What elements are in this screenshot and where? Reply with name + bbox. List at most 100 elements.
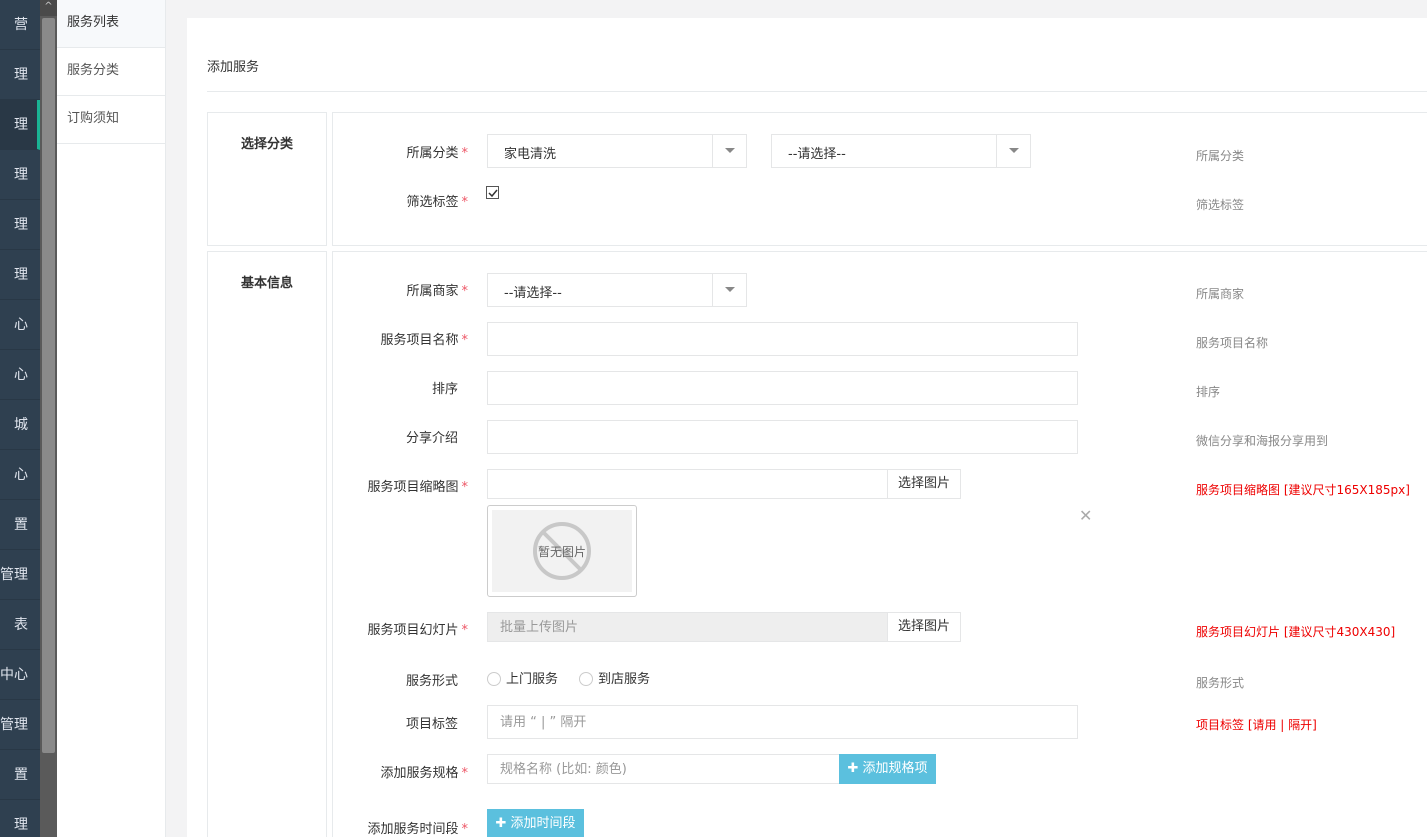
nav-item-label: 管理 xyxy=(0,717,28,733)
nav-item-label: 置 xyxy=(14,517,28,533)
help-thumbnail: 服务项目缩略图 [建议尺寸165X185px] xyxy=(1196,483,1410,497)
time-slot-label: 添加服务时间段 * xyxy=(367,822,469,837)
filter-tag-label: 筛选标签 * xyxy=(406,195,469,210)
help-share: 微信分享和海报分享用到 xyxy=(1196,434,1329,448)
nav-item[interactable]: 理 xyxy=(0,100,40,150)
section-title: 选择分类 xyxy=(240,137,293,152)
required-mark: * xyxy=(461,333,469,348)
sidebar-scrollbar[interactable]: ^ xyxy=(40,0,57,837)
help-filter: 筛选标签 xyxy=(1196,198,1245,212)
sort-input[interactable] xyxy=(487,371,1078,405)
thumbnail-input[interactable] xyxy=(487,469,888,499)
nav-item[interactable]: 心 xyxy=(0,450,40,500)
help-merchant: 所属商家 xyxy=(1196,287,1245,301)
help-sort: 排序 xyxy=(1196,385,1221,399)
nav-item[interactable]: 营 xyxy=(0,0,40,50)
subcategory-select-value: --请选择-- xyxy=(788,147,846,162)
nav-item-label: 管理 xyxy=(0,567,28,583)
radio-onsite-label[interactable]: 上门服务 xyxy=(506,668,558,687)
service-form-label: 服务形式 xyxy=(405,674,458,689)
thumbnail-preview: 暂无图片 xyxy=(487,505,637,597)
tags-label: 项目标签 xyxy=(405,717,458,732)
nav-item-label: 心 xyxy=(14,467,28,483)
required-mark: * xyxy=(461,822,469,837)
merchant-select[interactable]: --请选择-- xyxy=(487,273,747,307)
nav-item-label: 理 xyxy=(14,117,28,133)
nav-item-label: 城 xyxy=(14,417,28,433)
help-name: 服务项目名称 xyxy=(1196,336,1269,350)
nav-item-label: 表 xyxy=(14,617,28,633)
chevron-down-icon xyxy=(712,135,746,167)
required-mark: * xyxy=(461,146,469,161)
main-content: 添加服务 选择分类 所属分类 * 家电清洗 --请选择-- 所属分类 筛选标签 * … xyxy=(187,18,1427,837)
add-time-slot-button[interactable]: ✚ 添加时间段 xyxy=(487,809,584,837)
nav-item[interactable]: 管理 xyxy=(0,550,40,600)
nav-item-label: 置 xyxy=(14,767,28,783)
submenu: 服务列表 服务分类 订购须知 xyxy=(57,0,166,837)
nav-item[interactable]: 置 xyxy=(0,500,40,550)
share-input[interactable] xyxy=(487,420,1078,454)
choose-thumbnail-button[interactable]: 选择图片 xyxy=(887,469,961,499)
help-category: 所属分类 xyxy=(1196,149,1245,163)
section-title: 基本信息 xyxy=(240,276,293,291)
section-basic-body: 所属商家 * --请选择-- 所属商家 服务项目名称 * 服务项目名称 排序 排序 … xyxy=(332,251,1427,837)
nav-item-label: 理 xyxy=(14,67,28,83)
help-tags: 项目标签 [请用 | 隔开] xyxy=(1196,718,1317,732)
submenu-item-purchase-notice[interactable]: 订购须知 xyxy=(57,96,165,144)
section-category-body: 所属分类 * 家电清洗 --请选择-- 所属分类 筛选标签 * 筛选标签 xyxy=(332,112,1427,246)
subcategory-select[interactable]: --请选择-- xyxy=(771,134,1031,168)
add-spec-button[interactable]: ✚ 添加规格项 xyxy=(839,754,936,784)
radio-instore-label[interactable]: 到店服务 xyxy=(598,668,650,687)
filter-tag-checkbox[interactable] xyxy=(486,186,499,199)
nav-item[interactable]: 表 xyxy=(0,600,40,650)
nav-item-label: 营 xyxy=(14,17,28,33)
submenu-item-service-list[interactable]: 服务列表 xyxy=(57,0,165,48)
nav-item[interactable]: 理 xyxy=(0,250,40,300)
main-sidebar: 营理理理理理心心城心置管理表中心 管理置理 xyxy=(0,0,40,837)
slides-label: 服务项目幻灯片 * xyxy=(367,623,469,638)
nav-item[interactable]: 中心 xyxy=(0,650,40,700)
chevron-down-icon xyxy=(996,135,1030,167)
merchant-select-value: --请选择-- xyxy=(504,286,562,301)
nav-item[interactable]: 理 xyxy=(0,50,40,100)
spec-label: 添加服务规格 * xyxy=(380,766,468,781)
nav-item[interactable]: 置 xyxy=(0,750,40,800)
sort-label: 排序 xyxy=(431,382,458,397)
nav-item-label: 理 xyxy=(14,267,28,283)
nav-item[interactable]: 城 xyxy=(0,400,40,450)
no-image-text: 暂无图片 xyxy=(537,545,586,559)
nav-item-label: 理 xyxy=(14,167,28,183)
divider xyxy=(207,91,1427,92)
scroll-thumb[interactable] xyxy=(42,18,55,753)
nav-item[interactable]: 理 xyxy=(0,150,40,200)
scroll-up-arrow[interactable]: ^ xyxy=(40,0,57,16)
merchant-label: 所属商家 * xyxy=(406,284,468,299)
help-slides: 服务项目幻灯片 [建议尺寸430X430] xyxy=(1196,625,1396,639)
service-name-label: 服务项目名称 * xyxy=(380,333,469,348)
nav-item-label: 理 xyxy=(14,817,28,833)
service-name-input[interactable] xyxy=(487,322,1078,356)
nav-item-label: 理 xyxy=(14,217,28,233)
nav-item[interactable]: 心 xyxy=(0,350,40,400)
nav-item[interactable]: 理 xyxy=(0,800,40,837)
nav-item[interactable]: 心 xyxy=(0,300,40,350)
radio-instore[interactable] xyxy=(579,672,593,686)
close-icon[interactable]: ✕ xyxy=(1079,506,1092,525)
required-mark: * xyxy=(461,195,469,210)
section-category-header: 选择分类 xyxy=(207,112,327,246)
radio-onsite[interactable] xyxy=(487,672,501,686)
category-select[interactable]: 家电清洗 xyxy=(487,134,747,168)
thumbnail-placeholder: 暂无图片 xyxy=(492,510,632,592)
submenu-item-service-category[interactable]: 服务分类 xyxy=(57,48,165,96)
required-mark: * xyxy=(461,623,469,638)
required-mark: * xyxy=(461,480,469,495)
slides-input[interactable] xyxy=(487,612,888,642)
chevron-down-icon xyxy=(712,274,746,306)
nav-item-label: 心 xyxy=(14,367,28,383)
nav-item[interactable]: 管理 xyxy=(0,700,40,750)
tags-input[interactable] xyxy=(487,705,1078,739)
spec-name-input[interactable] xyxy=(487,754,840,784)
nav-item[interactable]: 理 xyxy=(0,200,40,250)
help-form: 服务形式 xyxy=(1196,676,1245,690)
choose-slides-button[interactable]: 选择图片 xyxy=(887,612,961,642)
